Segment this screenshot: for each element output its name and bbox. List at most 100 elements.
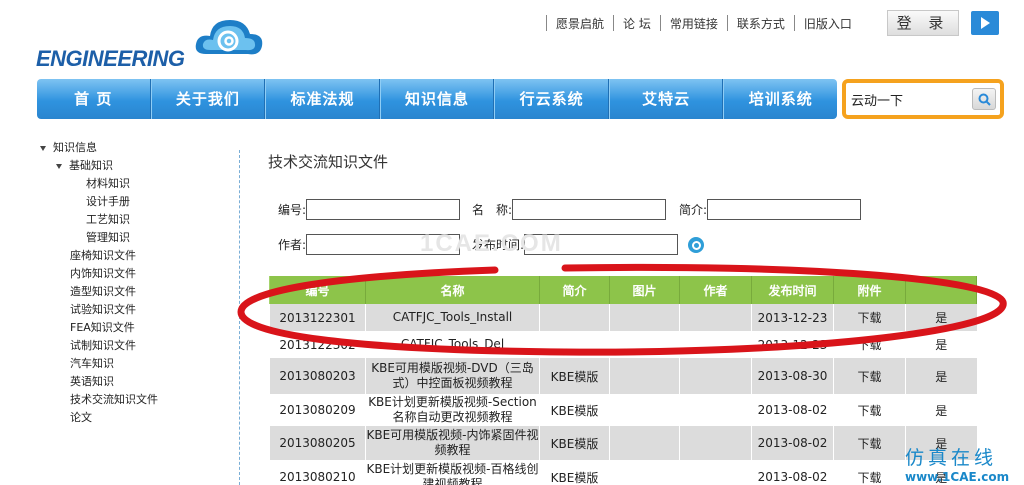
download-link[interactable]: 下载 [833, 460, 906, 485]
col-header[interactable]: 编号 [269, 276, 366, 304]
intro-label: 简介: [679, 203, 708, 217]
tree-item[interactable]: 造型知识文件 [38, 283, 228, 301]
intro-field[interactable] [707, 199, 862, 220]
col-header[interactable]: 附件 [833, 276, 906, 304]
tree-item[interactable]: 设计手册 [38, 193, 228, 211]
cell-author [679, 331, 752, 358]
cell-pic [609, 394, 680, 426]
cell-intro: KBE模版 [539, 394, 610, 426]
watermark-cn: 仿真在线 [905, 447, 998, 469]
cell-flag: 是 [905, 331, 977, 358]
site-logo[interactable]: ENGINEERING [36, 14, 276, 74]
link-forum[interactable]: 论 坛 [623, 15, 651, 32]
cell-date: 2013-08-30 [751, 358, 834, 394]
col-header[interactable]: 简介 [539, 276, 610, 304]
cell-name[interactable]: KBE可用模版视频-内饰紧固件视频教程 [365, 426, 540, 460]
corner-watermark: 仿真在线 www.1CAE.com [905, 443, 1023, 485]
cell-intro: KBE模版 [539, 460, 610, 485]
cell-date: 2013-12-23 [751, 304, 834, 331]
login-button[interactable]: 登 录 [887, 10, 959, 36]
cell-name[interactable]: CATFJC_Tools_Del [365, 331, 540, 358]
table-row[interactable]: 2013080210 KBE计划更新模版视频-百格线创建视频教程 KBE模版 2… [269, 460, 977, 485]
table-row[interactable]: 2013122301 CATFJC_Tools_Install 2013-12-… [269, 304, 977, 331]
form-row: 编号: [278, 199, 461, 220]
cell-code: 2013080209 [269, 394, 366, 426]
expand-triangle-icon[interactable] [40, 145, 46, 151]
cell-pic [609, 304, 680, 331]
cell-code: 2013080203 [269, 358, 366, 394]
cell-flag: 是 [905, 394, 977, 426]
search-go-icon[interactable] [688, 236, 705, 253]
tree-item[interactable]: 技术交流知识文件 [38, 391, 228, 409]
nav-about[interactable]: 关于我们 [150, 79, 266, 119]
cell-author [679, 426, 752, 460]
download-link[interactable]: 下载 [833, 358, 906, 394]
table-header-row: 编号 名称 简介 图片 作者 发布时间 附件 [269, 276, 977, 304]
download-link[interactable]: 下载 [833, 426, 906, 460]
cell-author [679, 394, 752, 426]
table-row[interactable]: 2013122302 CATFJC_Tools_Del 2013-12-23 下… [269, 331, 977, 358]
tree-item[interactable]: FEA知识文件 [38, 319, 228, 337]
tree-item[interactable]: 英语知识 [38, 373, 228, 391]
expand-triangle-icon[interactable] [56, 163, 62, 169]
form-row: 名 称: [472, 199, 667, 220]
link-old-version[interactable]: 旧版入口 [804, 15, 852, 32]
download-link[interactable]: 下载 [833, 304, 906, 331]
tree-item[interactable]: 管理知识 [38, 229, 228, 247]
main-nav: 首 页 关于我们 标准法规 知识信息 行云系统 艾特云 培训系统 [37, 79, 837, 119]
tree-item[interactable]: 工艺知识 [38, 211, 228, 229]
col-header[interactable]: 图片 [609, 276, 680, 304]
col-header[interactable]: 作者 [679, 276, 752, 304]
cell-name[interactable]: CATFJC_Tools_Install [365, 304, 540, 331]
cell-date: 2013-08-02 [751, 426, 834, 460]
cell-pic [609, 331, 680, 358]
play-arrow-icon[interactable] [971, 11, 999, 35]
link-vision[interactable]: 愿景启航 [556, 15, 604, 32]
cell-author [679, 304, 752, 331]
col-header[interactable]: 名称 [365, 276, 540, 304]
nav-aite-cloud[interactable]: 艾特云 [608, 79, 724, 119]
cell-name[interactable]: KBE可用模版视频-DVD（三岛式）中控面板视频教程 [365, 358, 540, 394]
table-row[interactable]: 2013080203 KBE可用模版视频-DVD（三岛式）中控面板视频教程 KB… [269, 358, 977, 394]
tree-root-label: 知识信息 [53, 141, 97, 154]
cell-code: 2013122302 [269, 331, 366, 358]
tree-root[interactable]: 知识信息 [38, 139, 228, 157]
nav-standards[interactable]: 标准法规 [265, 79, 380, 119]
link-contact[interactable]: 联系方式 [737, 15, 785, 32]
code-field[interactable] [306, 199, 461, 220]
tree-item[interactable]: 汽车知识 [38, 355, 228, 373]
tree-item[interactable]: 座椅知识文件 [38, 247, 228, 265]
cell-intro [539, 304, 610, 331]
tree-item[interactable]: 材料知识 [38, 175, 228, 193]
tree-item[interactable]: 试制知识文件 [38, 337, 228, 355]
link-common[interactable]: 常用链接 [670, 15, 718, 32]
download-link[interactable]: 下载 [833, 331, 906, 358]
search-input[interactable] [851, 88, 971, 110]
table-row[interactable]: 2013080205 KBE可用模版视频-内饰紧固件视频教程 KBE模版 201… [269, 426, 977, 460]
tree-group-label: 基础知识 [69, 159, 113, 172]
form-row: 简介: [679, 199, 862, 220]
nav-cloud-system[interactable]: 行云系统 [494, 79, 609, 119]
nav-home[interactable]: 首 页 [37, 79, 151, 119]
search-button[interactable] [972, 88, 996, 110]
divider [793, 15, 795, 31]
tree-item[interactable]: 内饰知识文件 [38, 265, 228, 283]
cell-author [679, 358, 752, 394]
divider [659, 15, 661, 31]
search-icon [978, 93, 991, 106]
cell-name[interactable]: KBE计划更新模版视频-Section名称自动更改视频教程 [365, 394, 540, 426]
files-table: 编号 名称 简介 图片 作者 发布时间 附件 2013122301 CATFJC… [269, 276, 977, 485]
table-row[interactable]: 2013080209 KBE计划更新模版视频-Section名称自动更改视频教程… [269, 394, 977, 426]
cell-pic [609, 460, 680, 485]
cell-intro: KBE模版 [539, 426, 610, 460]
name-field[interactable] [512, 199, 667, 220]
nav-training[interactable]: 培训系统 [723, 79, 837, 119]
download-link[interactable]: 下载 [833, 394, 906, 426]
cell-name[interactable]: KBE计划更新模版视频-百格线创建视频教程 [365, 460, 540, 485]
tree-item[interactable]: 论文 [38, 409, 228, 427]
tree-item[interactable]: 试验知识文件 [38, 301, 228, 319]
col-header[interactable]: 发布时间 [751, 276, 834, 304]
nav-knowledge[interactable]: 知识信息 [379, 79, 495, 119]
tree-group[interactable]: 基础知识 [38, 157, 228, 175]
page-title: 技术交流知识文件 [268, 153, 389, 171]
